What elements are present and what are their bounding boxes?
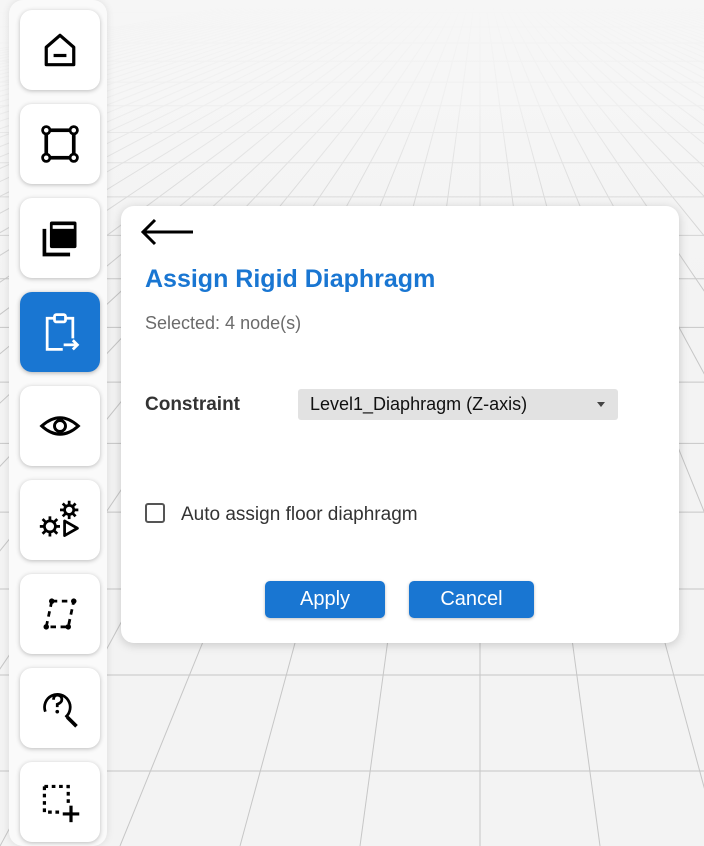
eye-icon	[39, 416, 81, 436]
run-analysis-button[interactable]	[20, 480, 100, 560]
constraint-label: Constraint	[145, 394, 240, 415]
dialog-title: Assign Rigid Diaphragm	[145, 265, 436, 293]
clipboard-assign-icon	[45, 313, 80, 351]
frame-nodes-button[interactable]	[20, 104, 100, 184]
home-button[interactable]	[20, 10, 100, 90]
auto-assign-checkbox[interactable]	[145, 503, 165, 523]
cancel-button[interactable]: Cancel	[409, 581, 534, 618]
layers-button[interactable]	[20, 198, 100, 278]
shape-button[interactable]	[20, 574, 100, 654]
view-button[interactable]	[20, 386, 100, 466]
help-search-button[interactable]	[20, 668, 100, 748]
auto-assign-checkbox-label[interactable]: Auto assign floor diaphragm	[181, 504, 418, 526]
back-arrow-icon[interactable]	[139, 218, 195, 248]
apply-button[interactable]: Apply	[265, 581, 385, 618]
home-icon	[44, 33, 76, 67]
add-selection-icon	[42, 784, 80, 823]
assign-rigid-diaphragm-dialog: Assign Rigid Diaphragm Selected: 4 node(…	[121, 206, 679, 643]
add-selection-button[interactable]	[20, 762, 100, 842]
constraint-select-value: Level1_Diaphragm (Z-axis)	[310, 394, 528, 414]
search-help-icon	[43, 693, 78, 728]
assign-button[interactable]	[20, 292, 100, 372]
layers-icon	[42, 221, 77, 257]
constraint-select[interactable]: Level1_Diaphragm (Z-axis)	[298, 389, 618, 420]
dashed-parallelogram-icon	[43, 598, 77, 630]
frame-nodes-icon	[41, 125, 79, 163]
selection-count: Selected: 4 node(s)	[145, 313, 302, 333]
toolbar	[9, 0, 107, 846]
dropdown-caret-icon	[597, 402, 605, 407]
gears-run-icon	[39, 500, 79, 537]
